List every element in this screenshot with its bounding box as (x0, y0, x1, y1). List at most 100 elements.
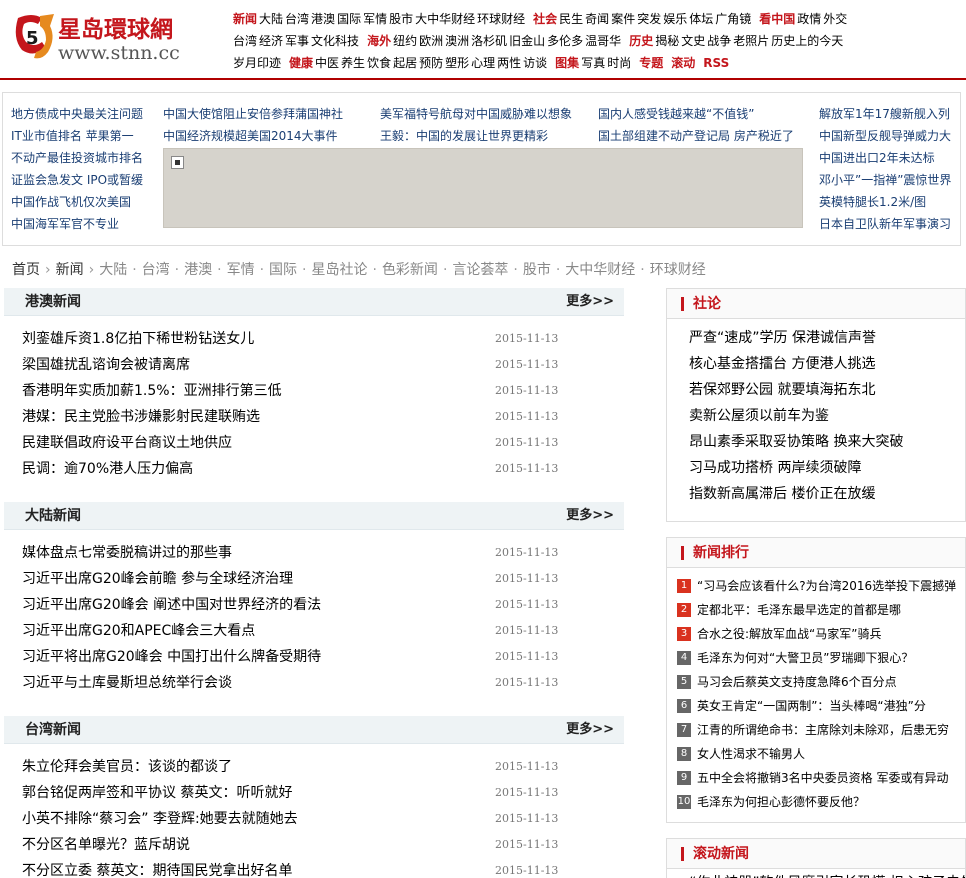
nav-link[interactable]: 写真 (581, 56, 605, 70)
nav-link[interactable]: 港澳 (311, 12, 335, 26)
editorial-item[interactable]: 昂山素季采取妥协策略 换来大突破 (689, 429, 965, 455)
nav-link[interactable]: 揭秘 (655, 34, 679, 48)
ranking-headline[interactable]: 女人性渴求不输男人 (697, 747, 805, 761)
more-link[interactable]: 更多>> (566, 288, 614, 316)
focus-link[interactable]: 中国海军军官不专业 (11, 213, 143, 235)
breadcrumb-item[interactable]: 星岛社论 (311, 262, 367, 278)
nav-link[interactable]: 广角镜 (715, 12, 751, 26)
nav-link[interactable]: 娱乐 (663, 12, 687, 26)
breadcrumb-item[interactable]: 大中华财经 (565, 262, 635, 278)
focus-link[interactable]: 王毅：中国的发展让世界更精彩 (380, 125, 548, 147)
nav-link[interactable]: 案件 (611, 12, 635, 26)
nav-link[interactable]: 澳洲 (445, 34, 469, 48)
nav-link[interactable]: 访谈 (523, 56, 547, 70)
nav-link[interactable]: 看中国 (759, 12, 795, 26)
more-link[interactable]: 更多>> (566, 502, 614, 530)
ranking-headline[interactable]: 毛泽东为何对“大警卫员”罗瑞卿下狠心？ (697, 651, 913, 665)
editorial-item[interactable]: 卖新公屋须以前车为鉴 (689, 403, 965, 429)
editorial-item[interactable]: 若保郊野公园 就要填海拓东北 (689, 377, 965, 403)
news-headline[interactable]: 港媒：民主党脸书涉嫌影射民建联贿选 (22, 404, 260, 430)
focus-link[interactable]: 解放军1年17艘新舰入列 (819, 103, 951, 125)
focus-link[interactable]: 邓小平”一指禅”震惊世界 (819, 169, 951, 191)
focus-image-slot[interactable] (163, 148, 803, 228)
nav-link[interactable]: 社会 (533, 12, 557, 26)
nav-link[interactable]: 军事 (285, 34, 309, 48)
nav-link[interactable]: 图集 (555, 56, 579, 70)
ranking-headline[interactable]: 马习会后蔡英文支持度急降6个百分点 (697, 675, 897, 689)
news-headline[interactable]: 习近平将出席G20峰会 中国打出什么牌备受期待 (22, 644, 321, 670)
editorial-item[interactable]: 严查“速成”学历 保港诚信声誉 (689, 325, 965, 351)
breadcrumb-item[interactable]: 台湾 (142, 262, 170, 278)
nav-link[interactable]: 温哥华 (585, 34, 621, 48)
breadcrumb-item[interactable]: 国际 (269, 262, 297, 278)
nav-link[interactable]: RSS (703, 56, 729, 70)
nav-link[interactable]: 体坛 (689, 12, 713, 26)
nav-link[interactable]: 外交 (823, 12, 847, 26)
nav-link[interactable]: 专题 (639, 56, 663, 70)
nav-link[interactable]: 起居 (393, 56, 417, 70)
news-headline[interactable]: 习近平出席G20和APEC峰会三大看点 (22, 618, 255, 644)
ranking-headline[interactable]: 毛泽东为何担心彭德怀要反他？ (697, 795, 865, 809)
editorial-item[interactable]: 指数新高属滞后 楼价正在放缓 (689, 481, 965, 507)
focus-link[interactable]: 证监会急发文 IPO或暂缓 (11, 169, 143, 191)
ranking-headline[interactable]: 五中全会将撤销3名中央委员资格 军委或有异动 (697, 771, 948, 785)
nav-link[interactable]: 股市 (389, 12, 413, 26)
breadcrumb-item[interactable]: 港澳 (184, 262, 212, 278)
rolling-first-item[interactable]: “作业神器”软件风靡引家长恐慌 担心孩子未先用者才 (667, 869, 965, 878)
nav-link[interactable]: 岁月印迹 (233, 56, 281, 70)
ranking-headline[interactable]: “习马会应该看什么?为台湾2016选举投下震撼弹 (697, 579, 956, 593)
breadcrumb-item[interactable]: 大陆 (99, 262, 127, 278)
nav-link[interactable]: 塑形 (445, 56, 469, 70)
nav-link[interactable]: 滚动 (671, 56, 695, 70)
focus-link[interactable]: 美军福特号航母对中国威胁难以想象 (380, 103, 572, 125)
focus-link[interactable]: 国内人感受钱越来越“不值钱” (598, 103, 754, 125)
editorial-title[interactable]: 社论 (693, 289, 721, 319)
news-headline[interactable]: 朱立伦拜会美官员：该谈的都谈了 (22, 754, 232, 780)
editorial-item[interactable]: 核心基金搭擂台 方便港人挑选 (689, 351, 965, 377)
nav-link[interactable]: 旧金山 (509, 34, 545, 48)
nav-link[interactable]: 历史上的今天 (771, 34, 843, 48)
ranking-headline[interactable]: 合水之役:解放军血战“马家军”骑兵 (697, 627, 881, 641)
focus-link[interactable]: IT业市值排名 苹果第一 (11, 125, 143, 147)
focus-link[interactable]: 中国新型反舰导弹威力大 (819, 125, 951, 147)
focus-link[interactable]: 英模特腿长1.2米/图 (819, 191, 951, 213)
nav-link[interactable]: 大陆 (259, 12, 283, 26)
nav-link[interactable]: 欧洲 (419, 34, 443, 48)
focus-link[interactable]: 日本自卫队新年军事演习 (819, 213, 951, 235)
more-link[interactable]: 更多>> (566, 716, 614, 744)
focus-link[interactable]: 地方债成中央最关注问题 (11, 103, 143, 125)
nav-link[interactable]: 中医 (315, 56, 339, 70)
nav-link[interactable]: 战争 (707, 34, 731, 48)
news-headline[interactable]: 香港明年实质加薪1.5%：亚洲排行第三低 (22, 378, 282, 404)
focus-link[interactable]: 国土部组建不动产登记局 房产税近了 (598, 125, 794, 147)
nav-link[interactable]: 奇闻 (585, 12, 609, 26)
nav-link[interactable]: 军情 (363, 12, 387, 26)
ranking-headline[interactable]: 英女王肯定“一国两制”：当头棒喝“港独”分 (697, 699, 926, 713)
news-headline[interactable]: 不分区名单曝光？蓝斥胡说 (22, 832, 190, 858)
nav-link[interactable]: 心理 (471, 56, 495, 70)
news-headline[interactable]: 梁国雄扰乱谘询会被请离席 (22, 352, 190, 378)
nav-link[interactable]: 海外 (367, 34, 391, 48)
nav-link[interactable]: 台湾 (285, 12, 309, 26)
nav-link[interactable]: 饮食 (367, 56, 391, 70)
nav-link[interactable]: 文史 (681, 34, 705, 48)
nav-link[interactable]: 健康 (289, 56, 313, 70)
news-headline[interactable]: 习近平出席G20峰会前瞻 参与全球经济治理 (22, 566, 293, 592)
nav-link[interactable]: 台湾 (233, 34, 257, 48)
nav-link[interactable]: 洛杉矶 (471, 34, 507, 48)
breadcrumb-item[interactable]: 股市 (523, 262, 551, 278)
focus-link[interactable]: 中国进出口2年未达标 (819, 147, 951, 169)
breadcrumb-item[interactable]: 新闻 (56, 262, 84, 278)
nav-link[interactable]: 环球财经 (477, 12, 525, 26)
breadcrumb-item[interactable]: 言论荟萃 (452, 262, 508, 278)
nav-link[interactable]: 历史 (629, 34, 653, 48)
nav-link[interactable]: 政情 (797, 12, 821, 26)
nav-link[interactable]: 预防 (419, 56, 443, 70)
nav-link[interactable]: 突发 (637, 12, 661, 26)
site-logo[interactable]: 5 星岛環球網 www.stnn.cc (12, 8, 212, 70)
nav-link[interactable]: 多伦多 (547, 34, 583, 48)
breadcrumb-item[interactable]: 军情 (227, 262, 255, 278)
nav-link[interactable]: 大中华财经 (415, 12, 475, 26)
news-headline[interactable]: 小英不排除“蔡习会” 李登辉:她要去就随她去 (22, 806, 298, 832)
nav-link[interactable]: 两性 (497, 56, 521, 70)
